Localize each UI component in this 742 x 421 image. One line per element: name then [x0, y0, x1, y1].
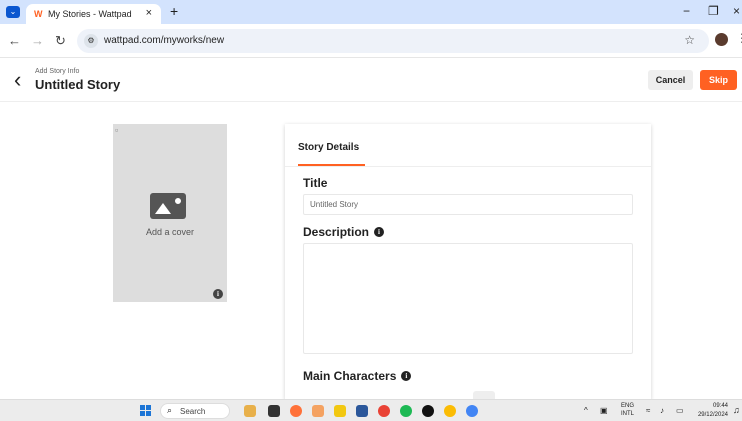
page-title: Untitled Story: [35, 77, 121, 92]
browser-tab[interactable]: W My Stories - Wattpad ×: [26, 4, 161, 24]
notification-bell-icon[interactable]: ♫: [733, 405, 740, 415]
browser-tab-bar: ⌄ W My Stories - Wattpad × + − ❐ ×: [0, 0, 742, 24]
tab-story-details[interactable]: Story Details: [298, 142, 359, 153]
cover-info-icon[interactable]: i: [213, 289, 223, 299]
language-indicator[interactable]: ENG INTL: [621, 402, 634, 418]
title-input[interactable]: [303, 194, 633, 215]
windows-start-icon[interactable]: [140, 405, 152, 417]
page-header: ‹ Add Story Info Untitled Story Cancel S…: [0, 59, 742, 102]
page-subtitle: Add Story Info: [35, 68, 80, 75]
divider: [285, 166, 651, 167]
task-view-icon[interactable]: [268, 405, 280, 417]
chrome-icon[interactable]: [378, 405, 390, 417]
description-textarea[interactable]: [303, 243, 633, 354]
taskbar: ⌕ Search ^ ▣ ENG INTL ≈ ♪ ▭ 09:44 29/12/20…: [0, 399, 742, 421]
show-hidden-icons-icon[interactable]: ^: [584, 406, 588, 415]
photos-icon[interactable]: [312, 405, 324, 417]
volume-icon[interactable]: ♪: [660, 406, 664, 415]
tab-search-button[interactable]: ⌄: [6, 6, 20, 18]
forward-arrow-icon[interactable]: →: [31, 33, 44, 48]
close-window-button[interactable]: ×: [733, 4, 740, 18]
main-characters-info-icon[interactable]: i: [401, 371, 412, 381]
broken-image-icon: ▫: [115, 125, 119, 135]
address-bar-row: ← → ↻ ⚙ wattpad.com/myworks/new ☆ ⋮: [0, 24, 742, 58]
tab-close-icon[interactable]: ×: [146, 7, 152, 19]
back-arrow-icon[interactable]: ←: [8, 33, 21, 48]
url-text[interactable]: wattpad.com/myworks/new: [104, 35, 224, 46]
search-label: Search: [180, 407, 206, 416]
spotify-icon[interactable]: [400, 405, 412, 417]
chrome-alt-icon[interactable]: [466, 405, 478, 417]
search-icon: ⌕: [167, 405, 173, 415]
add-cover-panel[interactable]: ▫ Add a cover i: [113, 124, 227, 302]
cancel-button[interactable]: Cancel: [648, 70, 693, 90]
minimize-button[interactable]: −: [683, 4, 690, 18]
title-label: Title: [303, 176, 328, 190]
description-info-icon[interactable]: i: [374, 227, 385, 237]
back-chevron-icon[interactable]: ‹: [14, 67, 21, 93]
file-explorer-icon[interactable]: [334, 405, 346, 417]
image-placeholder-icon: [150, 193, 186, 219]
wattpad-favicon-icon: W: [34, 9, 43, 19]
site-info-icon[interactable]: ⚙: [84, 34, 98, 48]
story-details-card: Story Details Title Descriptioni Main Ch…: [285, 124, 651, 400]
widgets-icon[interactable]: [244, 405, 256, 417]
add-cover-label: Add a cover: [145, 227, 195, 237]
reload-icon[interactable]: ↻: [55, 33, 66, 49]
wifi-icon[interactable]: ≈: [646, 406, 650, 415]
profile-avatar[interactable]: [715, 33, 728, 46]
skip-button[interactable]: Skip: [700, 70, 737, 90]
more-menu-icon[interactable]: ⋮: [736, 31, 742, 45]
new-tab-button[interactable]: +: [170, 3, 178, 19]
firefox-icon[interactable]: [290, 405, 302, 417]
bookmark-star-icon[interactable]: ☆: [684, 33, 695, 47]
battery-icon[interactable]: ▭: [676, 406, 684, 415]
description-label: Description i: [303, 225, 385, 239]
word-icon[interactable]: [356, 405, 368, 417]
clock[interactable]: 09:44 29/12/2024: [692, 402, 728, 420]
main-characters-label: Main Characters i: [303, 369, 412, 383]
tiktok-icon[interactable]: [422, 405, 434, 417]
restore-button[interactable]: ❐: [708, 4, 719, 18]
tab-title: My Stories - Wattpad: [48, 9, 132, 19]
omnibox[interactable]: ⚙ wattpad.com/myworks/new ☆: [77, 29, 709, 53]
taskbar-search[interactable]: ⌕ Search: [160, 403, 230, 419]
chrome-canary-icon[interactable]: [444, 405, 456, 417]
whatsapp-tray-icon[interactable]: ▣: [600, 406, 608, 415]
